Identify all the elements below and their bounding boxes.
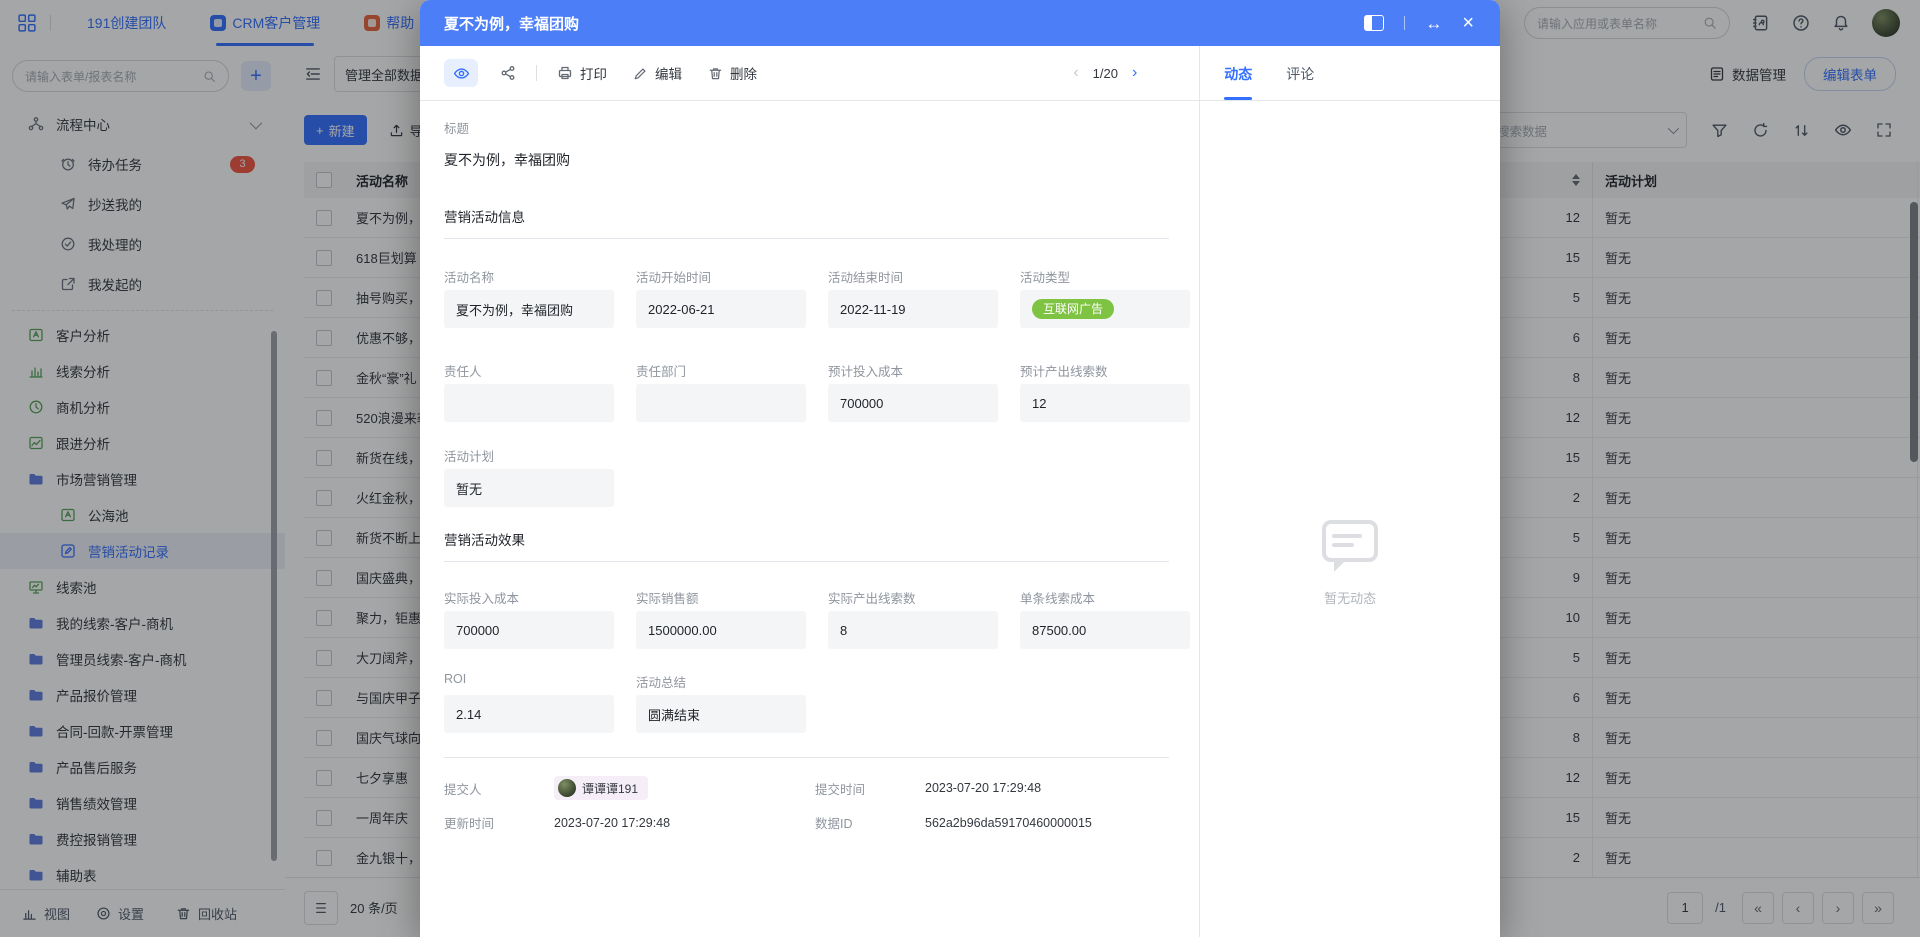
form-row: 实际投入成本 700000 实际销售额 1500000.00 实际产出线索数 8… <box>444 588 1169 649</box>
empty-activity-text: 暂无动态 <box>1200 588 1500 607</box>
view-mode-button[interactable] <box>444 59 478 87</box>
submitter-chip[interactable]: 谭谭谭191 <box>554 776 648 800</box>
panel-tabs: 动态 评论 <box>1200 46 1500 101</box>
form-row: 活动名称 夏不为例，幸福团购 活动开始时间 2022-06-21 活动结束时间 … <box>444 267 1169 328</box>
record-pager-text: 1/20 <box>1093 66 1118 81</box>
activity-panel: 动态 评论 暂无动态 <box>1199 46 1500 937</box>
form-divider <box>444 757 1169 758</box>
toolbar-divider <box>536 65 537 81</box>
form-row: 责任人 责任部门 预计投入成本 700000 预计产出线索数 12 <box>444 361 1169 422</box>
activity-type-tag: 互联网广告 <box>1032 299 1114 319</box>
crm-app: 191创建团队 CRM客户管理 帮助 请输入应用或表单名称 <box>0 0 1920 937</box>
field-actual-leads: 8 <box>828 611 998 649</box>
field-label: 活动总结 <box>636 672 806 687</box>
modal-toolbar: 打印 编辑 删除 ‹ 1/20 › <box>420 46 1199 101</box>
field-label: 预计投入成本 <box>828 361 998 376</box>
field-actual-sales: 1500000.00 <box>636 611 806 649</box>
record-meta: 提交人 谭谭谭191 提交时间 2023-07-20 17:29:48 更新时间… <box>444 776 1169 832</box>
eye-icon <box>453 65 470 82</box>
field-label: 活动名称 <box>444 267 614 282</box>
print-button[interactable]: 打印 <box>557 63 607 83</box>
form-row: 活动计划 暂无 <box>444 446 1169 507</box>
field-label: 实际产出线索数 <box>828 588 998 603</box>
record-pager: ‹ 1/20 › <box>1073 64 1199 82</box>
section-campaign-info: 营销活动信息 <box>444 206 1169 239</box>
speech-bubble-icon <box>1316 516 1384 578</box>
record-detail-modal: 夏不为例，幸福团购 ↔ × <box>420 0 1500 937</box>
meta-label: 更新时间 <box>444 813 554 832</box>
submit-time-value: 2023-07-20 17:29:48 <box>925 781 1169 795</box>
printer-icon <box>557 65 573 81</box>
share-button[interactable] <box>500 65 516 81</box>
section-campaign-effect: 营销活动效果 <box>444 529 1169 562</box>
field-label: 单条线索成本 <box>1020 588 1190 603</box>
field-label: 实际投入成本 <box>444 588 614 603</box>
empty-activity-state: 暂无动态 <box>1200 516 1500 607</box>
field-label: 标题 <box>444 118 1169 137</box>
field-label: 活动结束时间 <box>828 267 998 282</box>
meta-label: 提交人 <box>444 779 554 798</box>
modal-detail-pane: 打印 编辑 删除 ‹ 1/20 › <box>420 46 1199 937</box>
modal-header: 夏不为例，幸福团购 ↔ × <box>420 0 1500 46</box>
field-activity-type: 互联网广告 <box>1020 290 1190 328</box>
controls-divider <box>1404 16 1405 30</box>
field-label: 活动开始时间 <box>636 267 806 282</box>
prev-record-icon[interactable]: ‹ <box>1073 64 1078 82</box>
field-expected-leads: 12 <box>1020 384 1190 422</box>
field-label: 活动计划 <box>444 446 614 461</box>
close-icon[interactable]: × <box>1462 13 1474 33</box>
field-end-date: 2022-11-19 <box>828 290 998 328</box>
tab-comments[interactable]: 评论 <box>1286 64 1314 100</box>
data-id-value: 562a2b96da59170460000015 <box>925 816 1169 830</box>
field-activity-plan: 暂无 <box>444 469 614 507</box>
record-detail-form: 标题 夏不为例，幸福团购 营销活动信息 活动名称 夏不为例，幸福团购 活动开始时… <box>420 100 1199 937</box>
field-label: 实际销售额 <box>636 588 806 603</box>
modal-window-controls: ↔ × <box>1364 13 1500 33</box>
field-activity-name: 夏不为例，幸福团购 <box>444 290 614 328</box>
meta-label: 提交时间 <box>815 779 925 798</box>
field-summary: 圆满结束 <box>636 695 806 733</box>
trash-icon <box>708 66 723 81</box>
pencil-icon <box>633 66 648 81</box>
field-label: 活动类型 <box>1020 267 1190 282</box>
field-label: 责任人 <box>444 361 614 376</box>
share-icon <box>500 65 516 81</box>
field-label: 预计产出线索数 <box>1020 361 1190 376</box>
field-owner <box>444 384 614 422</box>
edit-button[interactable]: 编辑 <box>633 63 682 83</box>
delete-button[interactable]: 删除 <box>708 63 757 83</box>
submitter-avatar <box>558 779 576 797</box>
next-record-icon[interactable]: › <box>1132 64 1137 82</box>
form-row: ROI 2.14 活动总结 圆满结束 <box>444 672 1169 733</box>
side-panel-toggle-icon[interactable] <box>1364 15 1384 31</box>
resize-icon[interactable]: ↔ <box>1425 15 1442 32</box>
modal-body: 打印 编辑 删除 ‹ 1/20 › <box>420 46 1500 937</box>
field-actual-cost: 700000 <box>444 611 614 649</box>
field-roi: 2.14 <box>444 695 614 733</box>
record-title-value: 夏不为例，幸福团购 <box>444 150 1169 170</box>
field-cost-per-lead: 87500.00 <box>1020 611 1190 649</box>
update-time-value: 2023-07-20 17:29:48 <box>554 816 815 830</box>
field-budget: 700000 <box>828 384 998 422</box>
field-label: 责任部门 <box>636 361 806 376</box>
field-start-date: 2022-06-21 <box>636 290 806 328</box>
meta-label: 数据ID <box>815 813 925 832</box>
field-label: ROI <box>444 672 614 687</box>
field-department <box>636 384 806 422</box>
modal-title: 夏不为例，幸福团购 <box>444 13 579 34</box>
tab-activity[interactable]: 动态 <box>1224 64 1252 100</box>
